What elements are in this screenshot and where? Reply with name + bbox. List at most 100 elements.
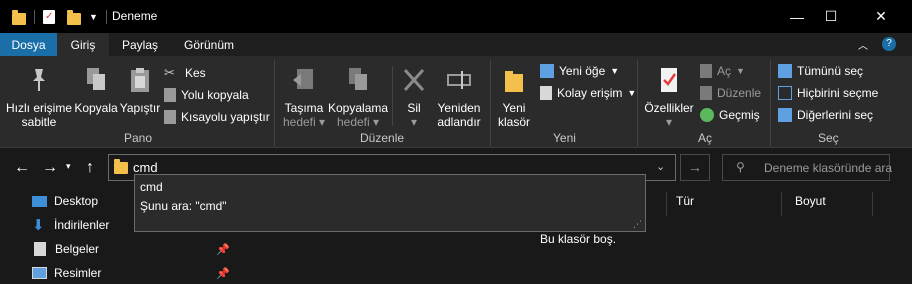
properties-label: Özellikler — [644, 101, 694, 115]
nav-item-documents[interactable]: Belgeler — [32, 238, 99, 260]
nav-item-label: Desktop — [54, 194, 99, 208]
customize-quick-access-icon[interactable]: ▼ — [89, 12, 98, 22]
edit-button[interactable]: Düzenle — [700, 82, 761, 104]
collapse-ribbon-icon[interactable]: ︿ — [858, 37, 868, 52]
address-dropdown-icon[interactable]: ⌄ — [656, 160, 665, 173]
tab-file[interactable]: Dosya — [0, 33, 57, 56]
copy-to-icon — [349, 68, 367, 90]
move-to-label-line1: Taşıma — [284, 101, 324, 115]
up-arrow-icon[interactable]: ↑ — [86, 159, 94, 177]
copy-to-label-line1: Kopyalama — [328, 101, 389, 115]
group-label-yeni: Yeni — [553, 131, 576, 145]
easy-access-button[interactable]: Kolay erişim ▼ — [540, 82, 636, 104]
copy-to-button[interactable]: Kopyalama hedefi ▾ — [328, 66, 388, 129]
paste-label: Yapıştır — [119, 101, 161, 115]
copy-path-button[interactable]: Yolu kopyala — [164, 84, 270, 106]
nav-item-label: İndirilenler — [54, 218, 110, 232]
copy-label: Kopyala — [74, 101, 118, 115]
move-to-label-line2: hedefi ▾ — [282, 115, 326, 129]
resize-grip-icon[interactable]: ⋰ — [633, 219, 642, 230]
history-button[interactable]: Geçmiş — [700, 104, 761, 126]
pin-quick-access-button[interactable]: Hızlı erişime sabitle — [6, 66, 72, 129]
column-header-size[interactable]: Boyut — [795, 194, 826, 208]
folder-icon — [12, 9, 26, 25]
nav-item-label: Belgeler — [55, 242, 100, 256]
properties-quick-icon[interactable]: ✓ — [43, 10, 55, 24]
new-item-button[interactable]: Yeni öğe ▼ — [540, 60, 636, 82]
open-button[interactable]: Aç ▼ — [700, 60, 761, 82]
group-label-ac: Aç — [698, 131, 713, 145]
new-folder-quick-icon[interactable] — [67, 9, 81, 25]
invert-selection-button[interactable]: Diğerlerini seç — [778, 104, 878, 126]
properties-dropdown-icon[interactable]: ▾ — [642, 115, 696, 129]
pin-icon — [33, 69, 45, 91]
suggestion-search-item[interactable]: Şunu ara: "cmd" — [140, 199, 227, 213]
desktop-icon — [32, 195, 47, 207]
history-label: Geçmiş — [719, 108, 760, 122]
copy-path-label: Yolu kopyala — [181, 88, 249, 102]
paste-shortcut-button[interactable]: Kısayolu yapıştır — [164, 106, 270, 128]
select-all-button[interactable]: Tümünü seç — [778, 60, 878, 82]
pin-icon[interactable]: 📌 — [216, 267, 230, 280]
go-button[interactable]: → — [680, 154, 710, 181]
tab-view[interactable]: Görünüm — [172, 33, 246, 56]
select-all-icon — [778, 64, 792, 78]
recent-locations-chevron-icon[interactable]: ▾ — [66, 161, 71, 172]
cut-button[interactable]: ✂ Kes — [164, 62, 270, 84]
address-input[interactable]: cmd — [133, 160, 158, 175]
copy-icon — [87, 68, 105, 90]
pin-icon[interactable]: 📌 — [216, 243, 230, 256]
tab-share[interactable]: Paylaş — [110, 33, 170, 56]
open-label: Aç — [717, 64, 732, 78]
nav-item-downloads[interactable]: ⬇ İndirilenler — [32, 214, 109, 236]
copy-to-label-line2: hedefi ▾ — [336, 115, 380, 129]
new-item-icon — [540, 64, 554, 78]
delete-button[interactable]: Sil ▾ — [396, 66, 432, 129]
delete-dropdown-icon[interactable]: ▾ — [396, 115, 432, 129]
quick-access-toolbar: ✓ ▼ — [12, 8, 107, 26]
new-folder-button[interactable]: Yeni klasör — [494, 66, 534, 129]
rename-button[interactable]: Yeniden adlandır — [434, 66, 484, 129]
column-header-type[interactable]: Tür — [676, 194, 694, 208]
select-all-label: Tümünü seç — [797, 64, 864, 78]
download-arrow-icon: ⬇ — [32, 217, 45, 234]
rename-label-line2: adlandır — [437, 115, 481, 129]
group-label-sec: Seç — [818, 131, 839, 145]
inner-separator — [392, 66, 393, 126]
search-placeholder[interactable]: Deneme klasöründe ara — [764, 161, 892, 175]
group-label-pano: Pano — [124, 131, 153, 145]
delete-icon — [403, 68, 425, 92]
search-box[interactable]: ⚲ Deneme klasöründe ara — [722, 154, 892, 181]
nav-item-label: Resimler — [54, 266, 102, 280]
group-label-duzenle: Düzenle — [360, 131, 405, 145]
paste-icon — [131, 68, 149, 92]
paste-button[interactable]: Yapıştır — [118, 66, 162, 115]
group-separator — [770, 60, 771, 146]
history-icon — [700, 108, 714, 122]
new-folder-icon — [505, 71, 523, 92]
edit-label: Düzenle — [717, 86, 762, 100]
select-none-button[interactable]: Hiçbirini seçme — [778, 82, 878, 104]
maximize-button[interactable]: ☐ — [808, 0, 854, 33]
easy-access-icon — [540, 86, 552, 100]
move-to-button[interactable]: Taşıma hedefi ▾ — [280, 66, 328, 129]
nav-item-desktop[interactable]: Desktop — [32, 190, 98, 212]
help-icon[interactable]: ? — [882, 37, 896, 51]
rename-label-line1: Yeniden — [437, 101, 481, 115]
group-separator — [490, 60, 491, 146]
forward-arrow-icon[interactable]: → — [42, 159, 58, 177]
nav-item-pictures[interactable]: Resimler — [32, 262, 101, 284]
copy-button[interactable]: Kopyala — [74, 66, 118, 115]
rename-icon — [447, 71, 471, 89]
back-arrow-icon[interactable]: ← — [14, 159, 30, 177]
copy-to-label-text: hedefi — [336, 115, 370, 129]
paste-shortcut-icon — [164, 110, 176, 124]
tab-home[interactable]: Giriş — [57, 33, 109, 56]
invert-selection-label: Diğerlerini seç — [797, 108, 874, 122]
documents-icon — [34, 242, 46, 256]
suggestion-item[interactable]: cmd — [140, 180, 163, 194]
close-button[interactable]: ✕ — [858, 0, 904, 33]
delete-label: Sil — [407, 101, 421, 115]
properties-button[interactable]: Özellikler ▾ — [642, 66, 696, 129]
ribbon-tabs: Dosya Giriş Paylaş Görünüm ︿ ? — [0, 33, 912, 56]
